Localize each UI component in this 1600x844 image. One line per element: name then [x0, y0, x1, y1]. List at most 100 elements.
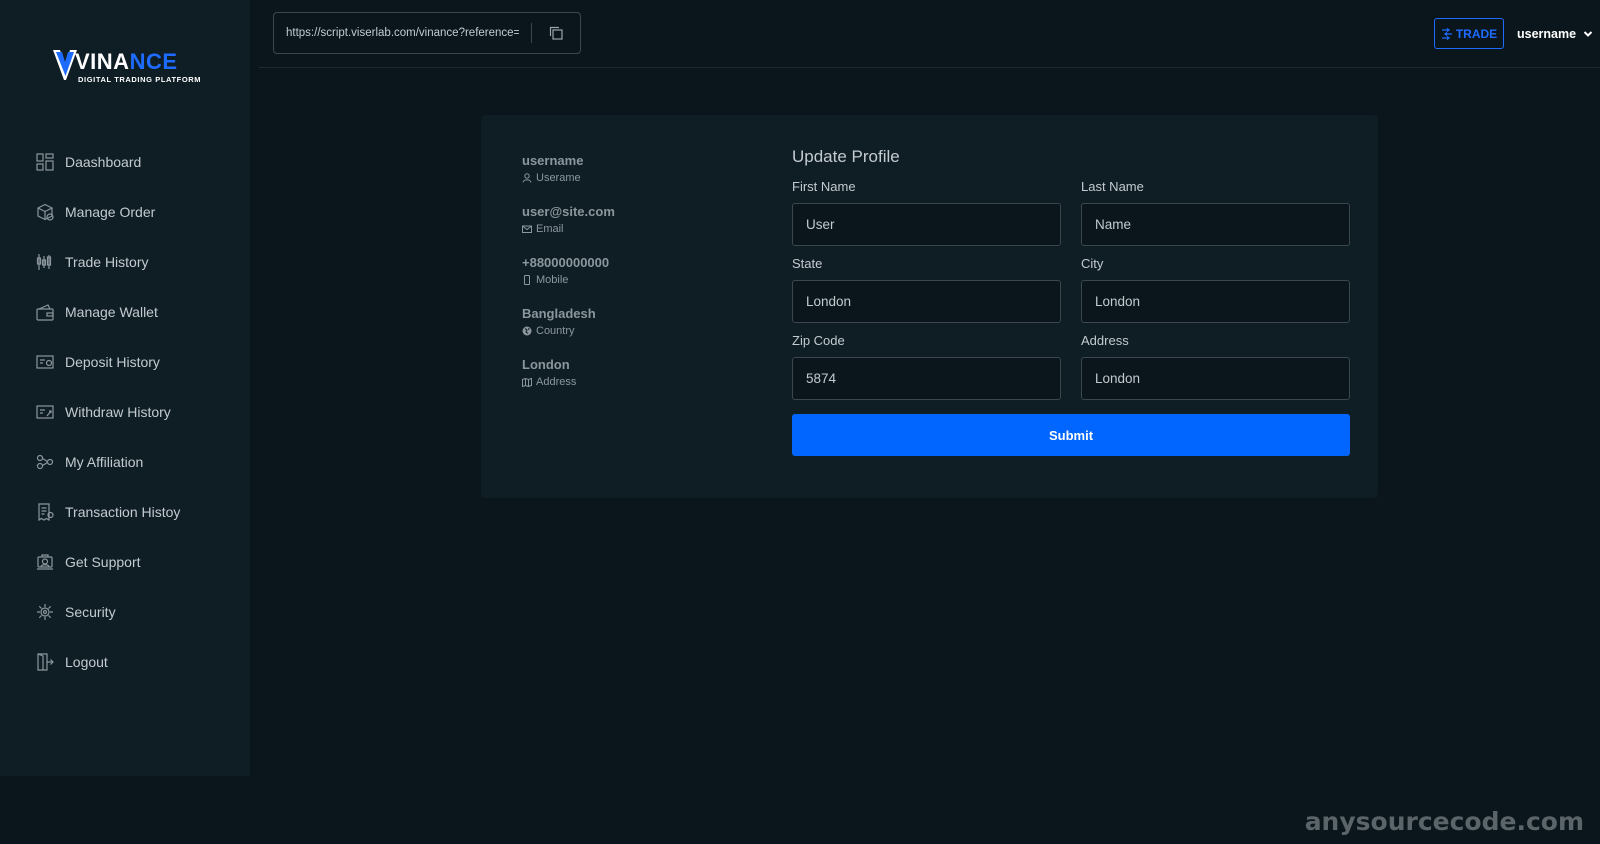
sidebar-item-label: Transaction Histoy	[65, 504, 181, 520]
sidebar-item-trade-history[interactable]: Trade History	[0, 237, 250, 287]
sidebar-item-my-affiliation[interactable]: My Affiliation	[0, 437, 250, 487]
profile-username-label-text: Userame	[536, 172, 581, 184]
profile-email-label: Email	[522, 223, 742, 235]
copy-button[interactable]	[532, 13, 580, 53]
profile-address-label: Address	[522, 376, 742, 388]
sidebar-item-label: Manage Wallet	[65, 304, 158, 320]
sidebar-item-withdraw-history[interactable]: Withdraw History	[0, 387, 250, 437]
sidebar-item-manage-order[interactable]: Manage Order	[0, 187, 250, 237]
sidebar-item-label: Withdraw History	[65, 404, 171, 420]
zip-code-field: Zip Code	[792, 332, 1061, 400]
globe-icon	[522, 326, 532, 336]
logo-v-icon	[53, 50, 77, 80]
profile-email-value: user@site.com	[522, 204, 615, 219]
profile-country-label-text: Country	[536, 325, 575, 337]
chevron-down-icon	[1583, 31, 1593, 37]
city-field: City	[1081, 255, 1350, 323]
first-name-input[interactable]	[792, 203, 1061, 246]
logo-tagline: DIGITAL TRADING PLATFORM	[78, 75, 202, 84]
profile-summary: username Userame user@site.com Email +88…	[522, 153, 742, 408]
sidebar-item-security[interactable]: Security	[0, 587, 250, 637]
support-icon	[36, 553, 54, 571]
logo-text: VINA	[75, 49, 130, 74]
dashboard-icon	[36, 153, 54, 171]
copy-icon	[549, 26, 563, 40]
profile-country-value: Bangladesh	[522, 306, 596, 321]
sidebar-item-label: My Affiliation	[65, 454, 144, 470]
user-menu-dropdown[interactable]: username	[1517, 24, 1593, 44]
address-label: Address	[1081, 333, 1129, 348]
state-field: State	[792, 255, 1061, 323]
deposit-icon	[36, 353, 54, 371]
wallet-icon	[36, 303, 54, 321]
sidebar-item-label: Security	[65, 604, 116, 620]
profile-mobile: +88000000000 Mobile	[522, 255, 742, 306]
map-icon	[522, 377, 532, 387]
network-icon	[36, 453, 54, 471]
sidebar-item-label: Logout	[65, 654, 108, 670]
trade-button[interactable]: TRADE	[1434, 18, 1504, 49]
logout-icon	[36, 653, 54, 671]
sidebar-item-get-support[interactable]: Get Support	[0, 537, 250, 587]
top-header: TRADE username	[259, 0, 1600, 68]
last-name-field: Last Name	[1081, 178, 1350, 246]
profile-username-value: username	[522, 153, 584, 168]
sidebar-nav: Daashboard Manage Order Trade History Ma…	[0, 137, 250, 687]
user-menu-name: username	[1517, 27, 1577, 41]
sidebar-item-manage-wallet[interactable]: Manage Wallet	[0, 287, 250, 337]
state-input[interactable]	[792, 280, 1061, 323]
first-name-field: First Name	[792, 178, 1061, 246]
withdraw-icon	[36, 403, 54, 421]
sidebar-item-logout[interactable]: Logout	[0, 637, 250, 687]
trade-button-label: TRADE	[1455, 26, 1498, 41]
envelope-icon	[522, 225, 532, 233]
profile-address-label-text: Address	[536, 376, 577, 388]
sidebar-item-dashboard[interactable]: Daashboard	[0, 137, 250, 187]
mobile-icon	[524, 275, 530, 285]
last-name-label: Last Name	[1081, 179, 1144, 194]
candles-icon	[36, 253, 54, 271]
sidebar-item-label: Get Support	[65, 554, 141, 570]
profile-address: London Address	[522, 357, 742, 408]
profile-mobile-label: Mobile	[522, 274, 742, 286]
logo-text-accent: NCE	[129, 49, 178, 74]
zip-code-label: Zip Code	[792, 333, 845, 348]
sidebar-item-label: Daashboard	[65, 154, 142, 170]
profile-username-label: Userame	[522, 172, 742, 184]
profile-username: username Userame	[522, 153, 742, 204]
sidebar-item-label: Manage Order	[65, 204, 156, 220]
referral-link-input[interactable]	[274, 13, 532, 53]
city-label: City	[1081, 256, 1104, 271]
city-input[interactable]	[1081, 280, 1350, 323]
profile-country-label: Country	[522, 325, 742, 337]
form-row: First Name Last Name	[792, 178, 1350, 246]
sidebar-item-label: Deposit History	[65, 354, 160, 370]
address-input[interactable]	[1081, 357, 1350, 400]
last-name-input[interactable]	[1081, 203, 1350, 246]
profile-mobile-label-text: Mobile	[536, 274, 569, 286]
form-title: Update Profile	[792, 147, 900, 166]
zip-code-input[interactable]	[792, 357, 1061, 400]
profile-email-label-text: Email	[536, 223, 564, 235]
address-field: Address	[1081, 332, 1350, 400]
trade-icon	[1441, 27, 1452, 40]
sidebar: VINA NCE DIGITAL TRADING PLATFORM Daashbo…	[0, 0, 250, 776]
sidebar-item-transaction-history[interactable]: Transaction Histoy	[0, 487, 250, 537]
sidebar-item-label: Trade History	[65, 254, 149, 270]
profile-card: username Userame user@site.com Email +88…	[481, 115, 1378, 498]
sidebar-item-deposit-history[interactable]: Deposit History	[0, 337, 250, 387]
submit-button[interactable]: Submit	[792, 414, 1350, 456]
user-icon	[522, 173, 532, 183]
form-row: Zip Code Address	[792, 332, 1350, 400]
profile-address-value: London	[522, 357, 570, 372]
update-profile-form: Update Profile First Name Last Name Stat…	[792, 145, 1350, 456]
first-name-label: First Name	[792, 179, 856, 194]
profile-email: user@site.com Email	[522, 204, 742, 255]
receipt-icon	[36, 503, 54, 521]
box-icon	[36, 203, 54, 221]
logo[interactable]: VINA NCE DIGITAL TRADING PLATFORM	[53, 50, 203, 86]
profile-mobile-value: +88000000000	[522, 255, 610, 270]
watermark: anysourcecode.com	[1304, 807, 1584, 836]
profile-country: Bangladesh Country	[522, 306, 742, 357]
state-label: State	[792, 256, 823, 271]
